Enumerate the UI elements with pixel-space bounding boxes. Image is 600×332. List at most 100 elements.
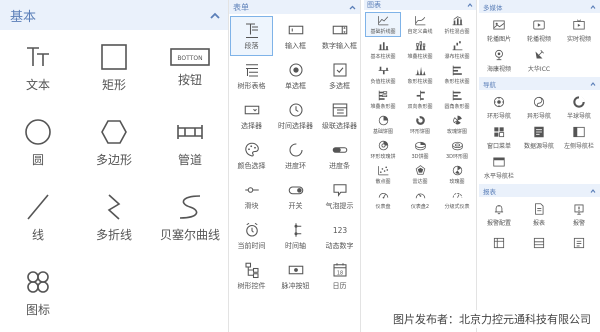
rose-chart-icon <box>452 165 462 176</box>
nav-item[interactable]: 数据源导航 <box>519 122 559 152</box>
chart-item[interactable]: 双向条形图 <box>402 87 438 112</box>
rounded-bar-icon <box>452 90 462 101</box>
component-circle[interactable]: 圆 <box>0 105 76 180</box>
chart-item[interactable]: 环形玫瑰饼 <box>365 137 401 162</box>
nav-item[interactable]: 水平导航栏 <box>479 152 519 182</box>
nav-item[interactable]: 窗口菜单 <box>479 122 519 152</box>
chart-item[interactable]: 条形柱状图 <box>439 62 475 87</box>
component-icon[interactable]: 图标 <box>0 255 76 330</box>
report-item[interactable] <box>479 229 519 259</box>
chart-item[interactable]: 分级式仪表 <box>439 187 475 212</box>
chart-item-label: 仪表盘2 <box>410 204 430 210</box>
component-button[interactable]: BOTTON 按钮 <box>152 30 228 105</box>
chart-item[interactable]: 负值柱状图 <box>365 62 401 87</box>
nav-item[interactable]: 环形导航 <box>479 92 519 122</box>
chart-item[interactable]: 仪表盘 <box>365 187 401 212</box>
chart-item[interactable]: 散点图 <box>365 162 401 187</box>
component-polyline[interactable]: 多折线 <box>76 180 152 255</box>
component-label: 多边形 <box>95 153 132 167</box>
donut-3d-icon <box>451 141 463 151</box>
form-item[interactable]: 颜色选择 <box>230 136 273 176</box>
chart-item[interactable]: 环形饼图 <box>402 112 438 137</box>
report-item[interactable]: 报警配置 <box>479 199 519 229</box>
report-item[interactable] <box>559 229 599 259</box>
chart-item[interactable]: 自定义曲线 <box>402 12 438 37</box>
form-item[interactable]: 进度条 <box>318 136 361 176</box>
form-item[interactable]: 滑块 <box>230 176 273 216</box>
media-item[interactable]: 轮播图片 <box>479 15 519 45</box>
nav-item[interactable]: 异形导航 <box>519 92 559 122</box>
form-item[interactable]: 气泡提示 <box>318 176 361 216</box>
form-item[interactable]: 单选框 <box>274 56 317 96</box>
media-item[interactable]: 大华ICC <box>519 45 559 75</box>
component-polygon[interactable]: 多边形 <box>76 105 152 180</box>
pie-3d-icon <box>414 141 426 151</box>
nav-section-header[interactable]: 导航 <box>479 77 600 90</box>
chart-item-label: 散点图 <box>375 179 391 185</box>
chart-item[interactable]: 堆叠柱状图 <box>402 37 438 62</box>
form-item[interactable]: 段落 <box>230 16 273 56</box>
media-item[interactable]: 实时视频 <box>559 15 599 45</box>
chart-item[interactable]: 折柱混合图 <box>439 12 475 37</box>
chart-item[interactable]: 玫瑰饼图 <box>439 112 475 137</box>
chart-item[interactable]: 仪表盘2 <box>402 187 438 212</box>
form-item[interactable]: 时间轴 <box>274 216 317 256</box>
chevron-up-icon[interactable] <box>590 188 596 193</box>
chart-item[interactable]: 象形柱状图 <box>402 62 438 87</box>
form-item[interactable]: 开关 <box>274 176 317 216</box>
report-item[interactable]: 报表 <box>519 199 559 229</box>
form-item[interactable]: 18 日历 <box>318 256 361 296</box>
chart-item[interactable]: 圆角条形图 <box>439 87 475 112</box>
form-item[interactable]: 当前时间 <box>230 216 273 256</box>
chevron-up-icon[interactable] <box>590 81 596 86</box>
form-item[interactable]: 数字输入框 <box>318 16 361 56</box>
report-item[interactable]: 报警 <box>559 199 599 229</box>
media-section-header[interactable]: 多媒体 <box>479 0 600 13</box>
form-item[interactable]: 脉冲按钮 <box>274 256 317 296</box>
chart-item[interactable]: 3D饼图 <box>402 137 438 162</box>
report-section-header[interactable]: 报表 <box>479 184 600 197</box>
chart-item[interactable]: 玫瑰图 <box>439 162 475 187</box>
chart-item[interactable]: 瀑布柱状图 <box>439 37 475 62</box>
chart-item-label: 环形饼图 <box>409 129 430 135</box>
chevron-up-icon[interactable] <box>349 5 356 10</box>
component-text[interactable]: 文本 <box>0 30 76 105</box>
nav-item[interactable]: 半球导航 <box>559 92 599 122</box>
chart-item[interactable]: 基础折线图 <box>365 12 401 37</box>
component-bezier[interactable]: 贝塞尔曲线 <box>152 180 228 255</box>
calendar-icon: 18 <box>332 263 347 277</box>
bar-line-chart-icon <box>452 16 462 26</box>
component-pipe[interactable]: 管道 <box>152 105 228 180</box>
chevron-up-icon[interactable] <box>210 12 220 19</box>
basic-section-header[interactable]: 基本 <box>0 0 228 30</box>
form-item[interactable]: 树形控件 <box>230 256 273 296</box>
chart-item[interactable]: 堆叠条形图 <box>365 87 401 112</box>
nav-item[interactable]: 左侧导航栏 <box>559 122 599 152</box>
form-item-label: 多选框 <box>329 82 350 90</box>
chart-item[interactable]: 雷达图 <box>402 162 438 187</box>
form-item[interactable]: 多选框 <box>318 56 361 96</box>
component-label: 线 <box>31 228 44 242</box>
chart-section-header[interactable]: 图表 <box>364 0 476 10</box>
form-item[interactable]: 进度环 <box>274 136 317 176</box>
progress-ring-icon <box>288 143 303 157</box>
component-line[interactable]: 线 <box>0 180 76 255</box>
chart-item[interactable]: 3D环形图 <box>439 137 475 162</box>
stacked-horizontal-bar-icon <box>378 90 387 101</box>
media-item[interactable]: 轮播视频 <box>519 15 559 45</box>
form-item[interactable]: 123 动态数字 <box>318 216 361 256</box>
report-item[interactable] <box>519 229 559 259</box>
form-item[interactable]: 选择器 <box>230 96 273 136</box>
component-rectangle[interactable]: 矩形 <box>76 30 152 105</box>
irregular-nav-icon <box>533 96 545 107</box>
chevron-up-icon[interactable] <box>590 4 596 9</box>
form-section-header[interactable]: 表单 <box>229 0 360 14</box>
chart-item[interactable]: 基本柱状图 <box>365 37 401 62</box>
chevron-up-icon[interactable] <box>467 3 473 7</box>
form-item[interactable]: 树形表格 <box>230 56 273 96</box>
form-item[interactable]: 时间选择器 <box>274 96 317 136</box>
form-item[interactable]: 输入框 <box>274 16 317 56</box>
form-item[interactable]: 级联选择器 <box>318 96 361 136</box>
media-item[interactable]: 海康视频 <box>479 45 519 75</box>
chart-item[interactable]: 基础饼图 <box>365 112 401 137</box>
